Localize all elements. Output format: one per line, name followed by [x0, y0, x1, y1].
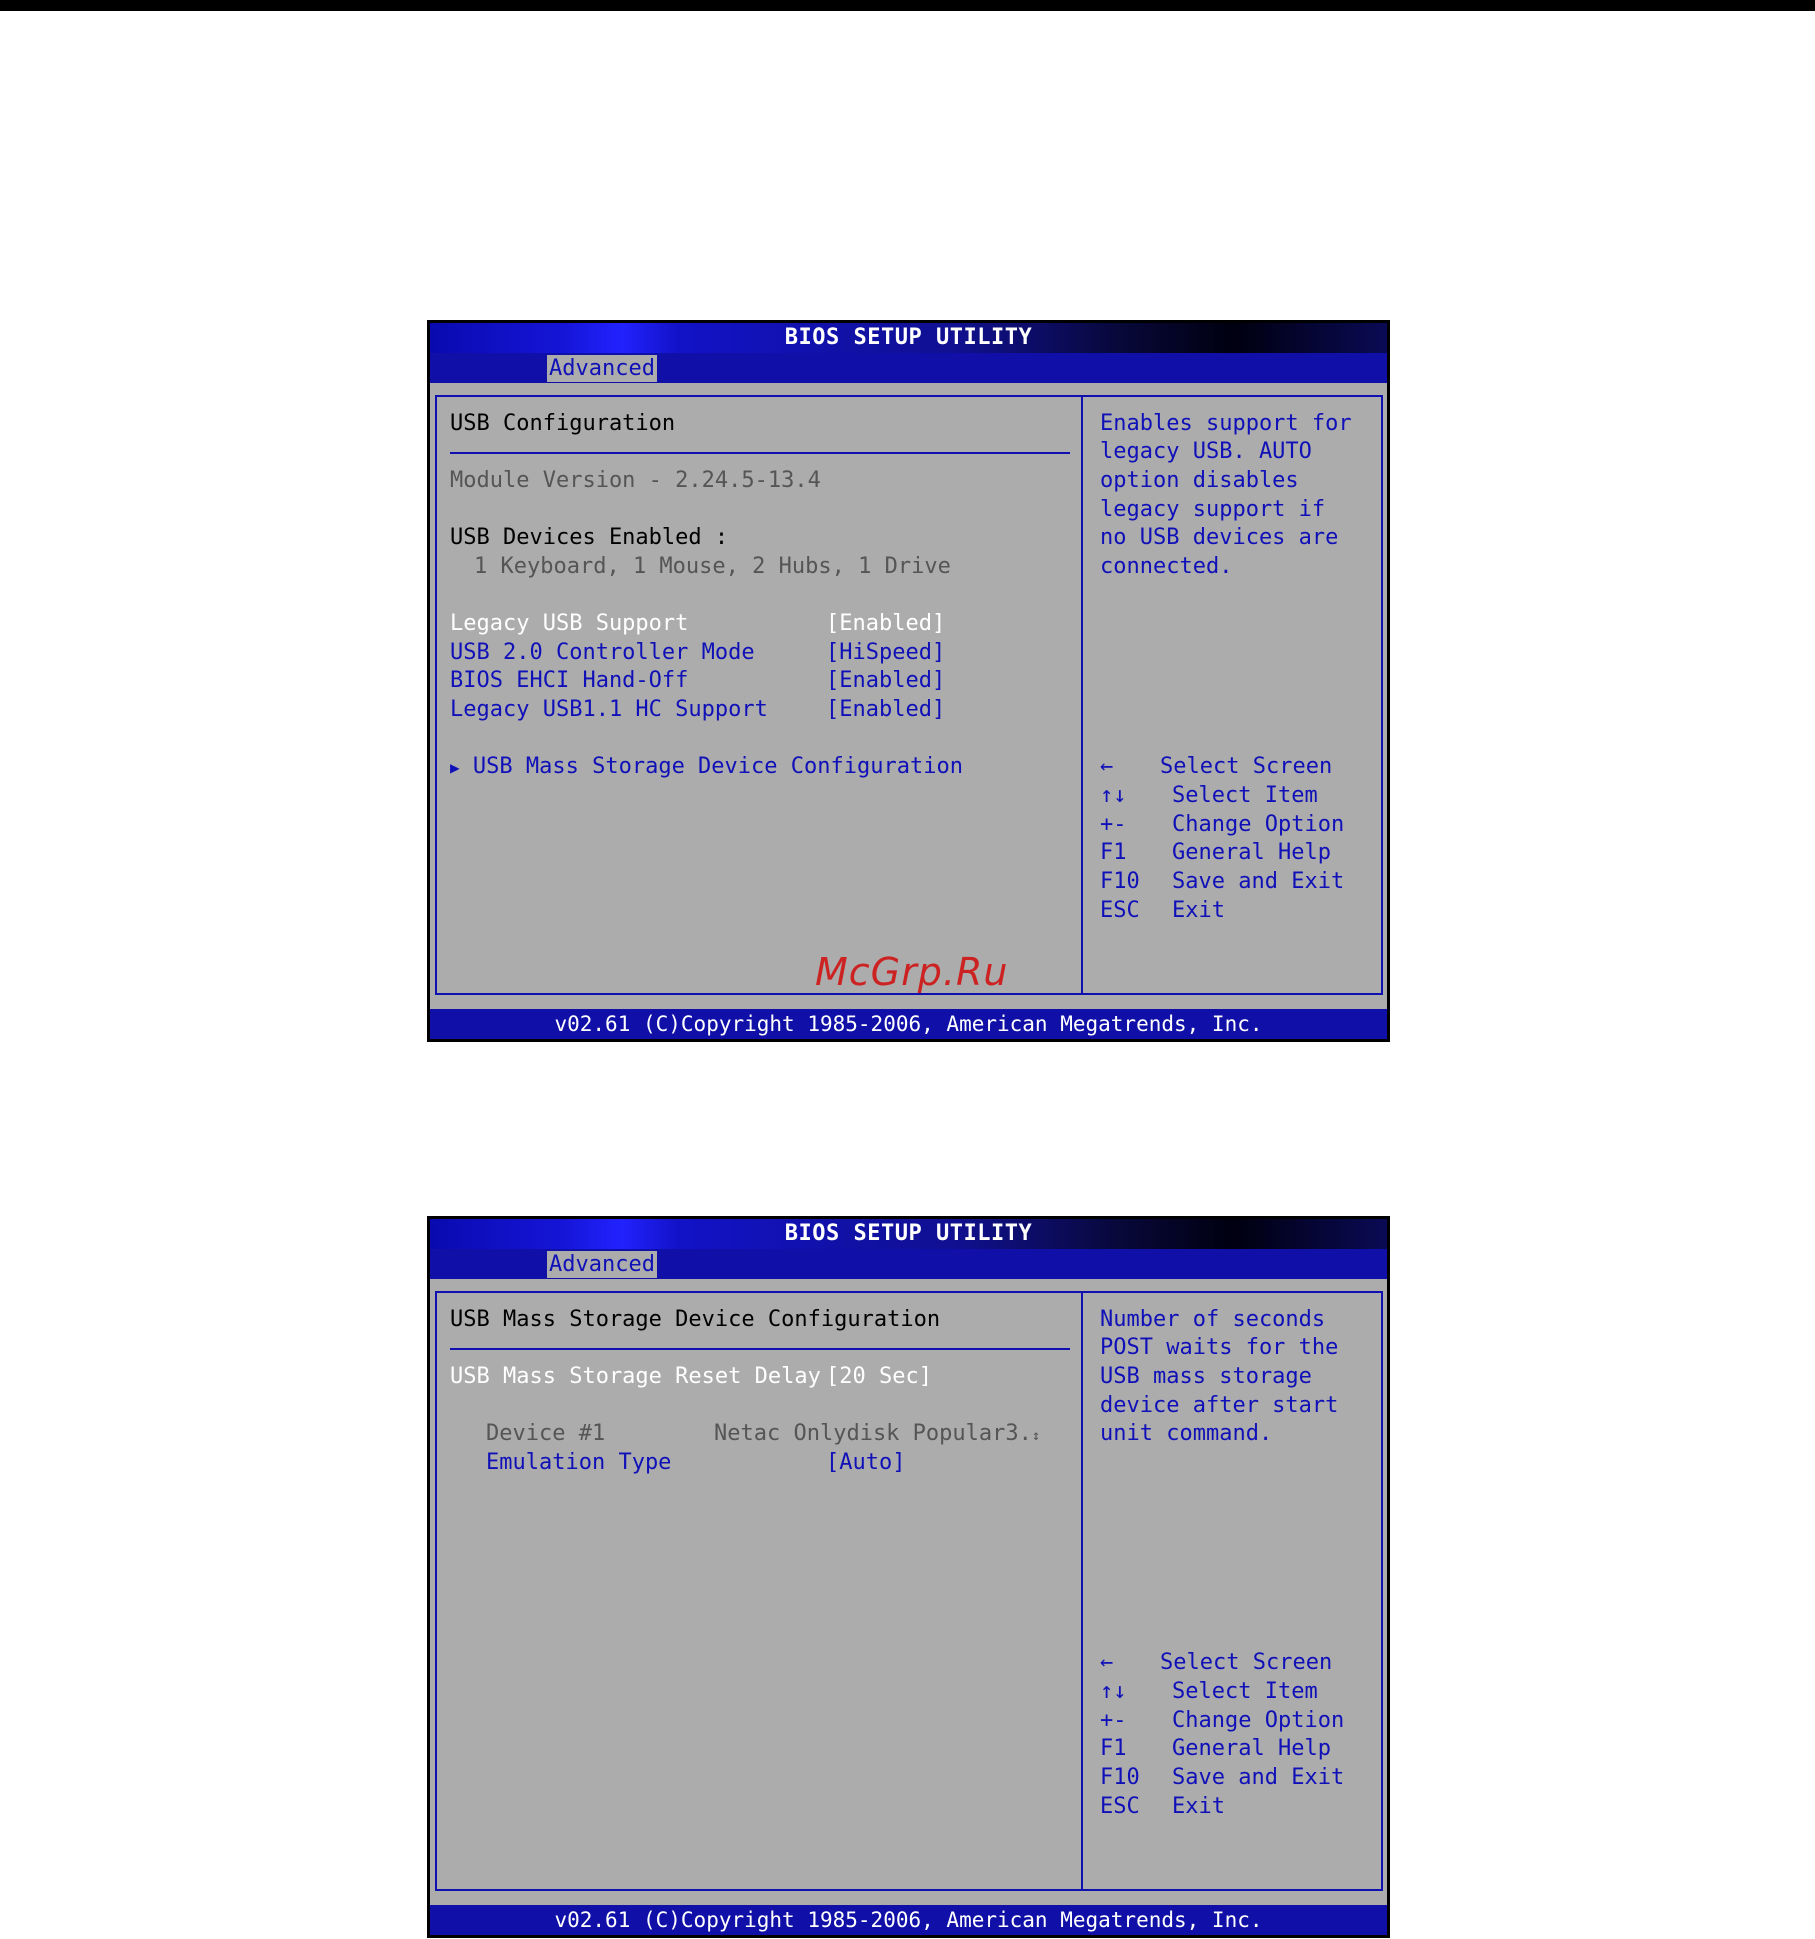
- help-line-4: device after start: [1100, 1393, 1339, 1418]
- tab-advanced[interactable]: Advanced: [547, 355, 657, 382]
- key-left-arrow-icon: ←: [1100, 1650, 1114, 1675]
- menu-bar: Advanced: [430, 1249, 1387, 1279]
- key-esc: ESC: [1100, 898, 1140, 923]
- device-label: Device #1: [486, 1421, 606, 1446]
- setting-legacy-usb11-hc-support[interactable]: Legacy USB1.1 HC Support: [450, 696, 768, 724]
- help-line-5: unit command.: [1100, 1421, 1273, 1446]
- key-esc: ESC: [1100, 1794, 1140, 1819]
- copyright-footer: v02.61 (C)Copyright 1985-2006, American …: [430, 1009, 1387, 1039]
- setting-legacy-usb-support[interactable]: Legacy USB Support: [450, 610, 688, 638]
- section-heading: USB Mass Storage Device Configuration: [450, 1307, 941, 1332]
- title-bar: BIOS SETUP UTILITY: [430, 323, 1387, 353]
- submenu-label: USB Mass Storage Device Configuration: [472, 754, 963, 779]
- key-f10: F10: [1100, 1765, 1140, 1790]
- help-line-3: USB mass storage: [1100, 1364, 1312, 1389]
- heading-divider: [450, 1348, 1070, 1350]
- key-up-down-arrow-icon: ↑↓: [1100, 783, 1127, 808]
- help-line-1: Enables support for: [1100, 411, 1352, 436]
- device-value: Netac Onlydisk Popular3.↕: [714, 1420, 1040, 1450]
- key-change-option: Change Option: [1172, 1708, 1345, 1733]
- key-select-item: Select Item: [1172, 1679, 1318, 1704]
- menu-bar: Advanced: [430, 353, 1387, 383]
- value-bios-ehci-hand-off[interactable]: [Enabled]: [826, 667, 945, 695]
- device-name: Netac Onlydisk Popular3.: [714, 1421, 1032, 1446]
- help-line-1: Number of seconds: [1100, 1307, 1326, 1332]
- tab-advanced[interactable]: Advanced: [547, 1251, 657, 1278]
- key-select-screen: Select Screen: [1160, 754, 1333, 779]
- help-line-3: option disables: [1100, 468, 1299, 493]
- key-general-help: General Help: [1172, 840, 1331, 865]
- help-line-2: legacy USB. AUTO: [1100, 439, 1312, 464]
- module-version: Module Version - 2.24.5-13.4: [450, 468, 821, 493]
- usb-devices-value: 1 Keyboard, 1 Mouse, 2 Hubs, 1 Drive: [474, 554, 951, 579]
- bios-screen-body: BIOS SETUP UTILITY Advanced USB Configur…: [430, 323, 1387, 1039]
- title-text: BIOS SETUP UTILITY: [784, 325, 1033, 350]
- key-f1: F1: [1100, 1736, 1127, 1761]
- help-line-4: legacy support if: [1100, 497, 1326, 522]
- setting-reset-delay[interactable]: USB Mass Storage Reset Delay: [450, 1363, 821, 1391]
- key-f1: F1: [1100, 840, 1127, 865]
- title-bar: BIOS SETUP UTILITY: [430, 1219, 1387, 1249]
- setting-emulation-type[interactable]: Emulation Type: [486, 1449, 671, 1477]
- key-exit: Exit: [1172, 898, 1225, 923]
- page-top-rule: [0, 0, 1815, 11]
- key-left-arrow-icon: ←: [1100, 754, 1114, 779]
- scroll-updown-icon: ↕: [1031, 1428, 1041, 1444]
- key-f10: F10: [1100, 869, 1140, 894]
- bios-screen-usb-mass-storage: BIOS SETUP UTILITY Advanced USB Mass Sto…: [427, 1216, 1390, 1938]
- usb-devices-label: USB Devices Enabled :: [450, 525, 729, 550]
- submenu-arrow-icon: ▶: [450, 758, 460, 777]
- value-legacy-usb-support[interactable]: [Enabled]: [826, 610, 945, 638]
- bios-screen-body: BIOS SETUP UTILITY Advanced USB Mass Sto…: [430, 1219, 1387, 1935]
- submenu-usb-mass-storage[interactable]: ▶ USB Mass Storage Device Configuration: [450, 753, 963, 782]
- bios-screen-usb-configuration: BIOS SETUP UTILITY Advanced USB Configur…: [427, 320, 1390, 1042]
- value-legacy-usb11-hc-support[interactable]: [Enabled]: [826, 696, 945, 724]
- key-plus-minus: +-: [1100, 812, 1127, 837]
- key-select-item: Select Item: [1172, 783, 1318, 808]
- key-change-option: Change Option: [1172, 812, 1345, 837]
- help-line-6: connected.: [1100, 554, 1233, 579]
- key-general-help: General Help: [1172, 1736, 1331, 1761]
- key-up-down-arrow-icon: ↑↓: [1100, 1679, 1127, 1704]
- key-select-screen: Select Screen: [1160, 1650, 1333, 1675]
- copyright-footer: v02.61 (C)Copyright 1985-2006, American …: [430, 1905, 1387, 1935]
- title-text: BIOS SETUP UTILITY: [784, 1221, 1033, 1246]
- key-save-and-exit: Save and Exit: [1172, 1765, 1345, 1790]
- key-exit: Exit: [1172, 1794, 1225, 1819]
- help-line-2: POST waits for the: [1100, 1335, 1339, 1360]
- setting-usb2-controller-mode[interactable]: USB 2.0 Controller Mode: [450, 639, 755, 667]
- value-emulation-type[interactable]: [Auto]: [826, 1449, 905, 1477]
- watermark-text: McGrp.Ru: [815, 950, 1009, 994]
- section-heading: USB Configuration: [450, 411, 676, 436]
- value-usb2-controller-mode[interactable]: [HiSpeed]: [826, 639, 945, 667]
- help-line-5: no USB devices are: [1100, 525, 1339, 550]
- value-reset-delay[interactable]: [20 Sec]: [826, 1363, 932, 1391]
- key-save-and-exit: Save and Exit: [1172, 869, 1345, 894]
- key-plus-minus: +-: [1100, 1708, 1127, 1733]
- heading-divider: [450, 452, 1070, 454]
- setting-bios-ehci-hand-off[interactable]: BIOS EHCI Hand-Off: [450, 667, 688, 695]
